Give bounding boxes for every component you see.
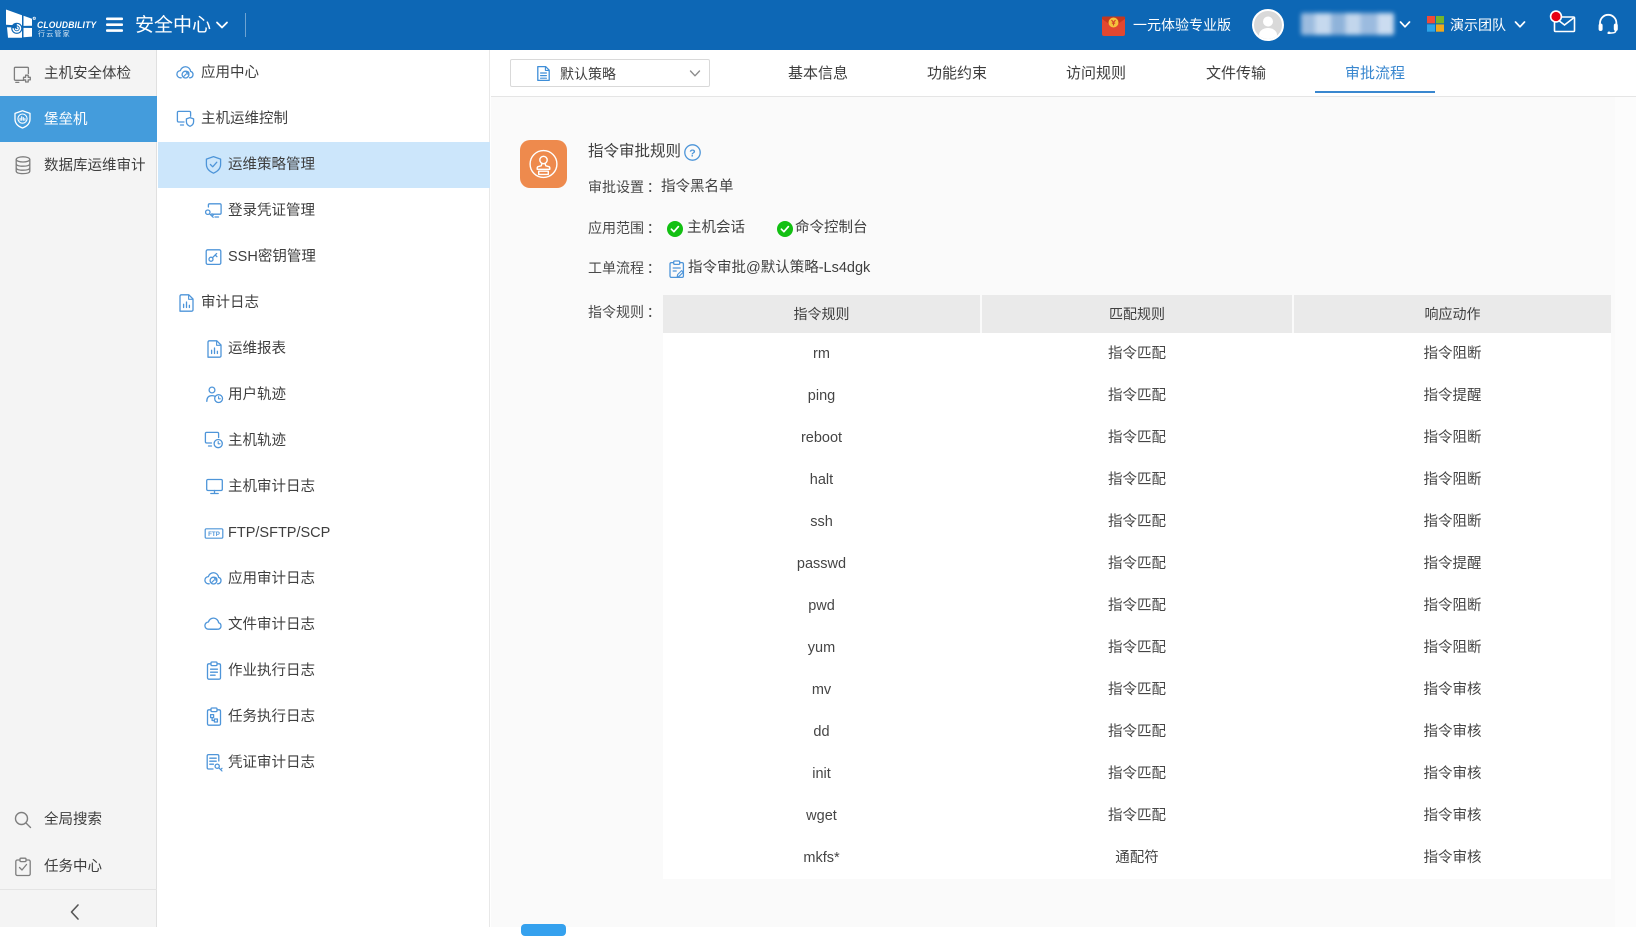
svg-text:R: R	[33, 16, 35, 20]
svg-text:FTP: FTP	[208, 531, 220, 538]
svg-text:?: ?	[689, 147, 695, 159]
